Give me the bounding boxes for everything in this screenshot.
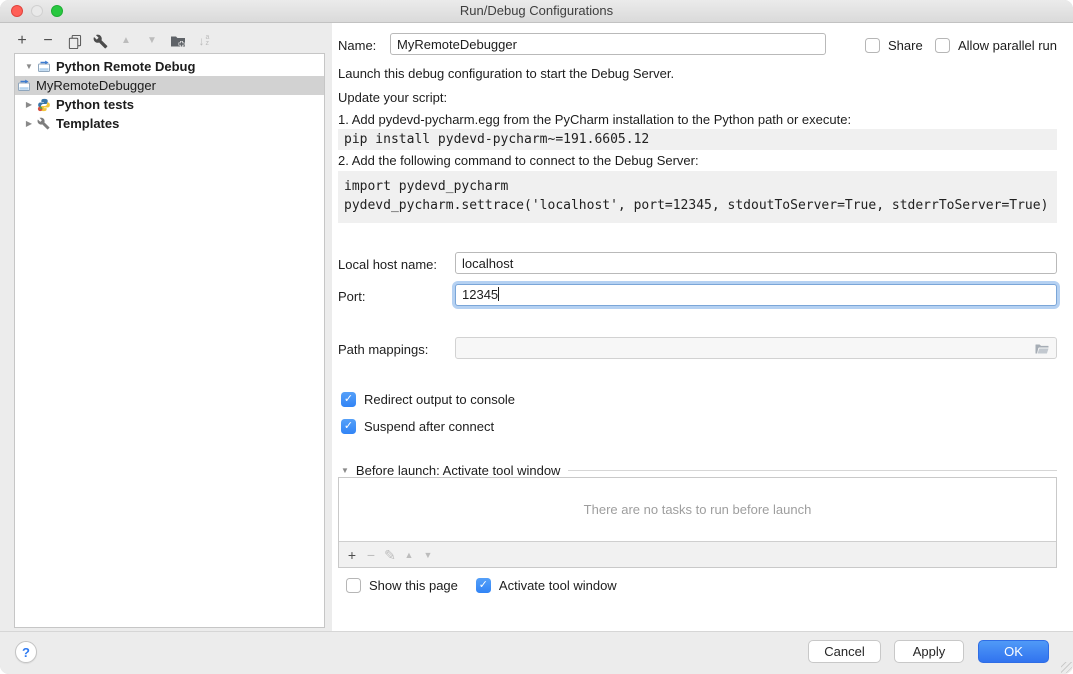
tree-item-myremotedebugger[interactable]: MyRemoteDebugger [15, 76, 324, 95]
question-mark-icon: ? [22, 645, 30, 660]
sort-alphabetically-icon: ↓ az [199, 32, 210, 50]
triangle-up-icon: ▲ [405, 546, 414, 564]
instruction-step-1: 1. Add pydevd-pycharm.egg from the PyCha… [338, 110, 851, 129]
pencil-icon: ✎ [384, 546, 396, 564]
new-folder-icon [170, 33, 186, 49]
resize-grip[interactable] [1061, 662, 1072, 673]
new-folder-button[interactable] [170, 32, 186, 50]
share-label: Share [888, 36, 923, 55]
wrench-icon [93, 34, 108, 49]
settrace-code: import pydevd_pycharm pydevd_pycharm.set… [338, 171, 1057, 223]
section-divider [568, 470, 1057, 471]
before-launch-tasks-panel: There are no tasks to run before launch … [338, 477, 1057, 568]
sort-configurations-button[interactable]: ↓ az [196, 32, 212, 50]
tree-item-label: MyRemoteDebugger [36, 78, 156, 93]
suspend-after-connect-label: Suspend after connect [364, 417, 494, 436]
tree-item-templates[interactable]: ▶ Templates [15, 114, 324, 133]
share-checkbox[interactable] [865, 38, 880, 53]
window-title: Run/Debug Configurations [0, 0, 1073, 22]
copy-icon [67, 34, 82, 49]
tree-item-python-remote-debug[interactable]: ▼ Python Remote Debug [15, 57, 324, 76]
tree-item-python-tests[interactable]: ▶ Python tests [15, 95, 324, 114]
configurations-tree: ▼ Python Remote Debug [14, 53, 325, 628]
configurations-toolbar: + − ▲ ▼ [14, 30, 212, 52]
apply-button[interactable]: Apply [894, 640, 964, 663]
triangle-up-icon: ▲ [121, 32, 131, 50]
suspend-after-connect-option: Suspend after connect [341, 417, 494, 436]
tasks-toolbar: + − ✎ ▲ ▼ [339, 541, 1056, 567]
path-mappings-input[interactable] [455, 337, 1057, 359]
remote-debug-icon [37, 59, 52, 74]
allow-parallel-run-checkbox[interactable] [935, 38, 950, 53]
cancel-button[interactable]: Cancel [808, 640, 881, 663]
add-task-button[interactable]: + [345, 546, 359, 564]
tree-item-label: Templates [56, 116, 119, 131]
pip-install-code: pip install pydevd-pycharm~=191.6605.12 [338, 129, 1057, 150]
expand-collapse-icon[interactable]: ▼ [23, 62, 35, 71]
move-task-down-button[interactable]: ▼ [421, 546, 435, 564]
title-bar: Run/Debug Configurations [0, 0, 1073, 23]
show-this-page-checkbox[interactable] [346, 578, 361, 593]
move-down-button[interactable]: ▼ [144, 32, 160, 50]
share-option: Share [865, 36, 923, 55]
settrace-code-line-1: import pydevd_pycharm [344, 177, 1051, 196]
expand-collapse-icon[interactable]: ▶ [23, 119, 35, 128]
wrench-icon [37, 116, 52, 131]
activate-tool-window-label: Activate tool window [499, 576, 617, 595]
no-tasks-message: There are no tasks to run before launch [339, 478, 1056, 541]
triangle-down-icon: ▼ [147, 32, 157, 50]
move-task-up-button[interactable]: ▲ [402, 546, 416, 564]
allow-parallel-run-option: Allow parallel run [935, 36, 1057, 55]
expand-collapse-icon[interactable]: ▶ [23, 100, 35, 109]
show-this-page-label: Show this page [369, 576, 458, 595]
help-button[interactable]: ? [15, 641, 37, 663]
remove-task-button[interactable]: − [364, 546, 378, 564]
footer-options-row: Show this page Activate tool window [346, 576, 617, 595]
browse-folder-icon[interactable] [1034, 341, 1050, 357]
local-host-name-input[interactable] [455, 252, 1057, 274]
local-host-name-label: Local host name: [338, 255, 437, 274]
instruction-line-2: Update your script: [338, 88, 447, 107]
redirect-output-option: Redirect output to console [341, 390, 515, 409]
run-debug-configurations-dialog: Run/Debug Configurations + − ▲ ▼ [0, 0, 1073, 674]
collapse-section-icon[interactable]: ▼ [341, 466, 349, 475]
suspend-after-connect-checkbox[interactable] [341, 419, 356, 434]
move-up-button[interactable]: ▲ [118, 32, 134, 50]
edit-task-button[interactable]: ✎ [383, 546, 397, 564]
redirect-output-checkbox[interactable] [341, 392, 356, 407]
triangle-down-icon: ▼ [424, 546, 433, 564]
port-input[interactable]: 12345 [455, 284, 1057, 306]
python-tests-icon [37, 97, 52, 112]
tree-item-label: Python Remote Debug [56, 59, 195, 74]
copy-configuration-button[interactable] [66, 32, 82, 50]
instruction-step-2: 2. Add the following command to connect … [338, 151, 699, 170]
name-input[interactable] [390, 33, 826, 55]
instruction-line-1: Launch this debug configuration to start… [338, 64, 674, 83]
remote-debug-icon [17, 78, 32, 93]
allow-parallel-run-label: Allow parallel run [958, 36, 1057, 55]
configurations-sidebar: + − ▲ ▼ [0, 23, 332, 632]
activate-tool-window-checkbox[interactable] [476, 578, 491, 593]
name-label: Name: [338, 36, 376, 55]
port-value: 12345 [462, 287, 498, 302]
dialog-footer: ? Cancel Apply OK [0, 631, 1073, 674]
ok-button[interactable]: OK [978, 640, 1049, 663]
remove-configuration-button[interactable]: − [40, 32, 56, 50]
add-configuration-button[interactable]: + [14, 32, 30, 50]
configuration-editor: Name: Share Allow parallel run Launch th… [332, 23, 1073, 632]
port-label: Port: [338, 287, 365, 306]
edit-templates-button[interactable] [92, 32, 108, 50]
text-caret [498, 287, 499, 301]
redirect-output-label: Redirect output to console [364, 390, 515, 409]
tree-item-label: Python tests [56, 97, 134, 112]
settrace-code-line-2: pydevd_pycharm.settrace('localhost', por… [344, 196, 1051, 215]
path-mappings-label: Path mappings: [338, 340, 428, 359]
